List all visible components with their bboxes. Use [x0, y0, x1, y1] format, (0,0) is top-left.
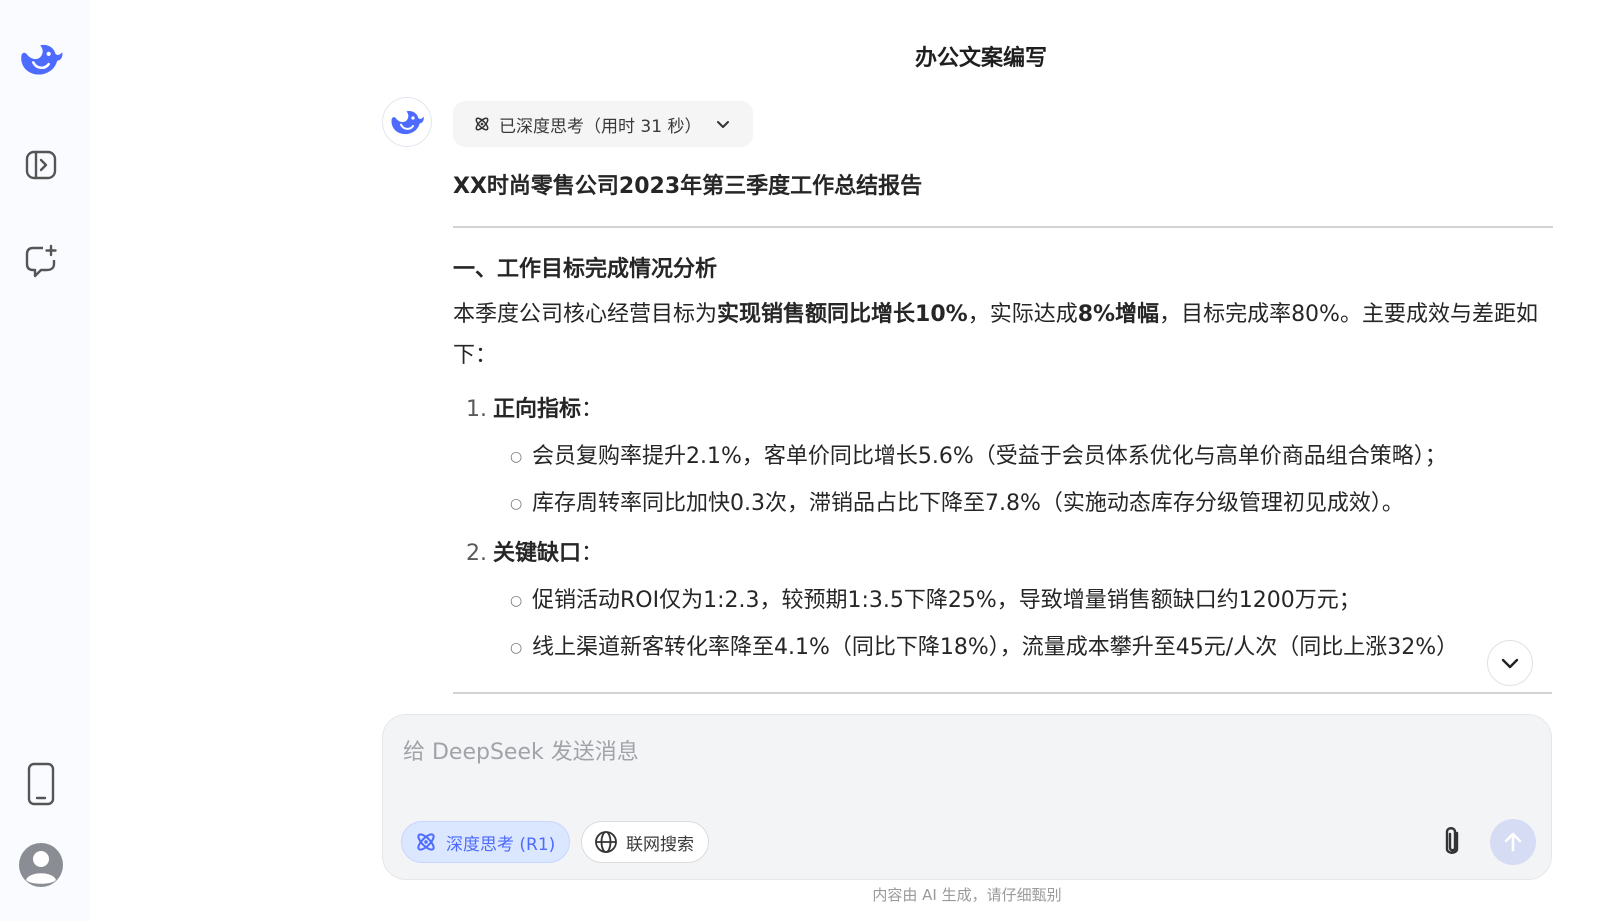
deepseek-logo-icon[interactable]: [18, 36, 64, 82]
paperclip-icon: [1445, 827, 1459, 854]
ordered-list-item: 1. 正向指标：: [453, 394, 1553, 426]
page-title: 办公文案编写: [914, 46, 1047, 71]
bullet-icon: ○: [510, 449, 523, 465]
ai-disclaimer: 内容由 AI 生成，请仔细甄别: [872, 886, 1062, 904]
user-avatar-icon[interactable]: [18, 842, 64, 888]
bullet-icon: ○: [510, 640, 523, 656]
list-item-text: 线上渠道新客转化率降至4.1%（同比下降18%），流量成本攀升至45元/人次（同…: [532, 635, 1459, 660]
web-search-button[interactable]: 联网搜索: [581, 821, 709, 863]
deepseek-whale-icon: [391, 110, 424, 135]
intro-bold: 8%增幅: [1077, 302, 1160, 327]
message-input[interactable]: [403, 735, 1303, 769]
report-title: XX时尚零售公司2023年第三季度工作总结报告: [453, 174, 923, 199]
list-number: 1.: [466, 397, 487, 422]
list-title: 正向指标: [493, 397, 582, 422]
web-search-label: 联网搜索: [626, 834, 694, 855]
list-item: ○ 库存周转率同比加快0.3次，滞销品占比下降至7.8%（实施动态库存分级管理初…: [453, 488, 1553, 520]
attach-file-button[interactable]: [1433, 823, 1471, 861]
list-item: ○ 线上渠道新客转化率降至4.1%（同比下降18%），流量成本攀升至45元/人次…: [453, 632, 1493, 664]
chevron-down-icon: [717, 121, 730, 128]
intro-bold: 实现销售额同比增长10%: [717, 302, 968, 327]
send-button[interactable]: [1490, 819, 1536, 865]
divider: [453, 692, 1552, 694]
divider: [453, 226, 1553, 228]
atom-icon: [417, 833, 435, 851]
scroll-to-bottom-button[interactable]: [1487, 640, 1533, 686]
intro-paragraph: 本季度公司核心经营目标为实现销售额同比增长10%，实际达成8%增幅，目标完成率8…: [453, 294, 1553, 376]
mobile-phone-icon[interactable]: [18, 761, 64, 807]
list-item: ○ 会员复购率提升2.1%，客单价同比增长5.6%（受益于会员体系优化与高单价商…: [453, 441, 1553, 473]
bullet-icon: ○: [510, 496, 523, 512]
list-item-text: 会员复购率提升2.1%，客单价同比增长5.6%（受益于会员体系优化与高单价商品组…: [532, 444, 1447, 469]
list-suffix: ：: [581, 541, 604, 566]
main-area: 办公文案编写 已深度思考（用时 31 秒） XX时尚零售公司2023年第三季度工…: [90, 0, 1612, 921]
assistant-avatar: [382, 97, 432, 147]
section-heading: 一、工作目标完成情况分析: [453, 257, 718, 282]
deep-think-r1-label: 深度思考 (R1): [446, 834, 556, 855]
list-item-text: 库存周转率同比加快0.3次，滞销品占比下降至7.8%（实施动态库存分级管理初见成…: [532, 491, 1404, 516]
list-number: 2.: [466, 541, 487, 566]
bullet-icon: ○: [510, 593, 523, 609]
deep-think-label: 已深度思考（用时 31 秒）: [499, 116, 702, 137]
assistant-message: XX时尚零售公司2023年第三季度工作总结报告 一、工作目标完成情况分析 本季度…: [453, 160, 1553, 664]
ordered-list-item: 2. 关键缺口：: [453, 538, 1553, 570]
intro-text: 本季度公司核心经营目标为: [453, 302, 718, 327]
sidebar-toggle-icon[interactable]: [18, 142, 64, 188]
globe-icon: [595, 831, 617, 853]
list-title: 关键缺口: [493, 541, 582, 566]
intro-text: ，实际达成: [967, 302, 1078, 327]
chevron-down-icon: [1501, 658, 1519, 669]
sidebar: [0, 0, 90, 921]
new-chat-icon[interactable]: [18, 238, 64, 284]
deep-think-r1-button[interactable]: 深度思考 (R1): [401, 821, 571, 863]
deep-think-toggle[interactable]: 已深度思考（用时 31 秒）: [453, 101, 754, 147]
atom-icon: [475, 117, 489, 131]
list-suffix: ：: [581, 397, 604, 422]
list-item: ○ 促销活动ROI仅为1:2.3，较预期1:3.5下降25%，导致增量销售额缺口…: [453, 585, 1553, 617]
list-item-text: 促销活动ROI仅为1:2.3，较预期1:3.5下降25%，导致增量销售额缺口约1…: [532, 588, 1361, 613]
arrow-up-icon: [1504, 832, 1522, 852]
message-composer: 深度思考 (R1) 联网搜索: [382, 714, 1552, 880]
